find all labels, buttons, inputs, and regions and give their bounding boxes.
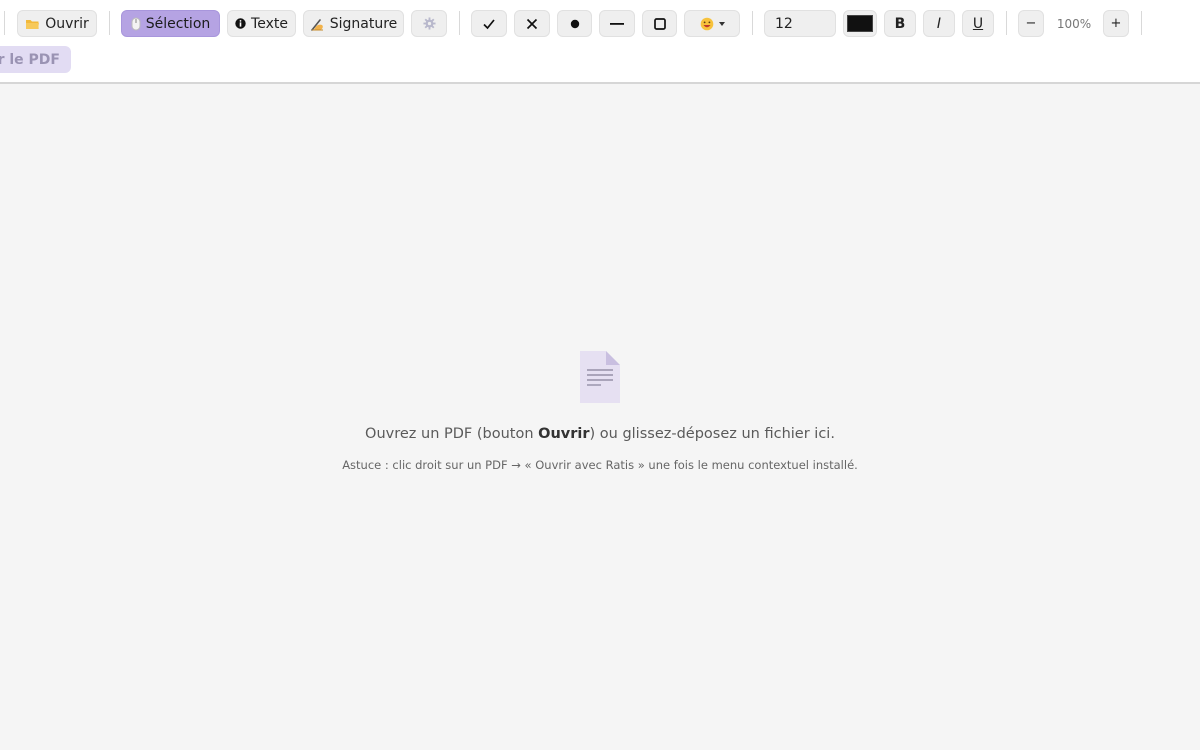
- empty-msg-before: Ouvrez un PDF (bouton: [365, 426, 539, 442]
- signature-tool-button[interactable]: Signature: [303, 10, 404, 37]
- dot-icon: [570, 19, 580, 29]
- toolbar-separator: [109, 11, 110, 35]
- cross-icon: [526, 18, 538, 30]
- emoji-picker-button[interactable]: [684, 10, 740, 37]
- export-pdf-button[interactable]: ter le PDF: [0, 46, 71, 73]
- caret-down-icon: [718, 21, 725, 26]
- dot-mark-button[interactable]: [557, 10, 592, 37]
- underline-button[interactable]: U: [962, 10, 994, 37]
- open-button-label: Ouvrir: [45, 15, 89, 32]
- bold-button[interactable]: B: [884, 10, 916, 37]
- emoji-icon: [700, 17, 714, 31]
- toolbar-separator: [459, 11, 460, 35]
- selection-tool-label: Sélection: [145, 15, 211, 32]
- line-icon: [610, 22, 624, 26]
- rectangle-tool-button[interactable]: [642, 10, 677, 37]
- font-size-input[interactable]: [764, 10, 836, 37]
- zoom-level: 100%: [1056, 16, 1092, 31]
- open-button[interactable]: Ouvrir: [17, 10, 97, 37]
- text-color-swatch: [847, 15, 873, 32]
- export-pdf-label: ter le PDF: [0, 51, 60, 68]
- text-tool-label: Texte: [251, 15, 288, 32]
- toolbar-separator: [1141, 11, 1142, 35]
- empty-state-tip: Astuce : clic droit sur un PDF → « Ouvri…: [342, 458, 858, 472]
- empty-state-message: Ouvrez un PDF (bouton Ouvrir) ou glissez…: [0, 426, 1200, 442]
- empty-state: Ouvrez un PDF (bouton Ouvrir) ou glissez…: [0, 350, 1200, 472]
- toolbar-separator: [752, 11, 753, 35]
- line-tool-button[interactable]: [599, 10, 635, 37]
- rectangle-icon: [653, 17, 666, 30]
- selection-tool-button[interactable]: Sélection: [121, 10, 220, 37]
- toolbar-separator: [1006, 11, 1007, 35]
- mouse-icon: [131, 17, 141, 31]
- italic-button[interactable]: I: [923, 10, 955, 37]
- toolbar-separator: [4, 11, 5, 35]
- document-icon: [580, 351, 620, 403]
- gear-icon: [422, 17, 436, 30]
- writing-hand-icon: [310, 17, 325, 31]
- toolbar: Ouvrir Sélection Texte Signature 12 B I …: [0, 0, 1200, 84]
- text-color-button[interactable]: [843, 10, 877, 37]
- text-tool-button[interactable]: Texte: [227, 10, 296, 37]
- info-icon: [235, 18, 246, 29]
- zoom-in-button[interactable]: +: [1103, 10, 1129, 37]
- folder-icon: [25, 18, 40, 30]
- settings-button[interactable]: [411, 10, 447, 37]
- empty-msg-after: ) ou glissez-déposez un fichier ici.: [589, 426, 835, 442]
- zoom-out-button[interactable]: −: [1018, 10, 1044, 37]
- check-mark-button[interactable]: [471, 10, 507, 37]
- signature-tool-label: Signature: [329, 15, 398, 32]
- empty-msg-open-emphasis: Ouvrir: [538, 426, 590, 442]
- cross-mark-button[interactable]: [514, 10, 550, 37]
- check-icon: [482, 17, 496, 31]
